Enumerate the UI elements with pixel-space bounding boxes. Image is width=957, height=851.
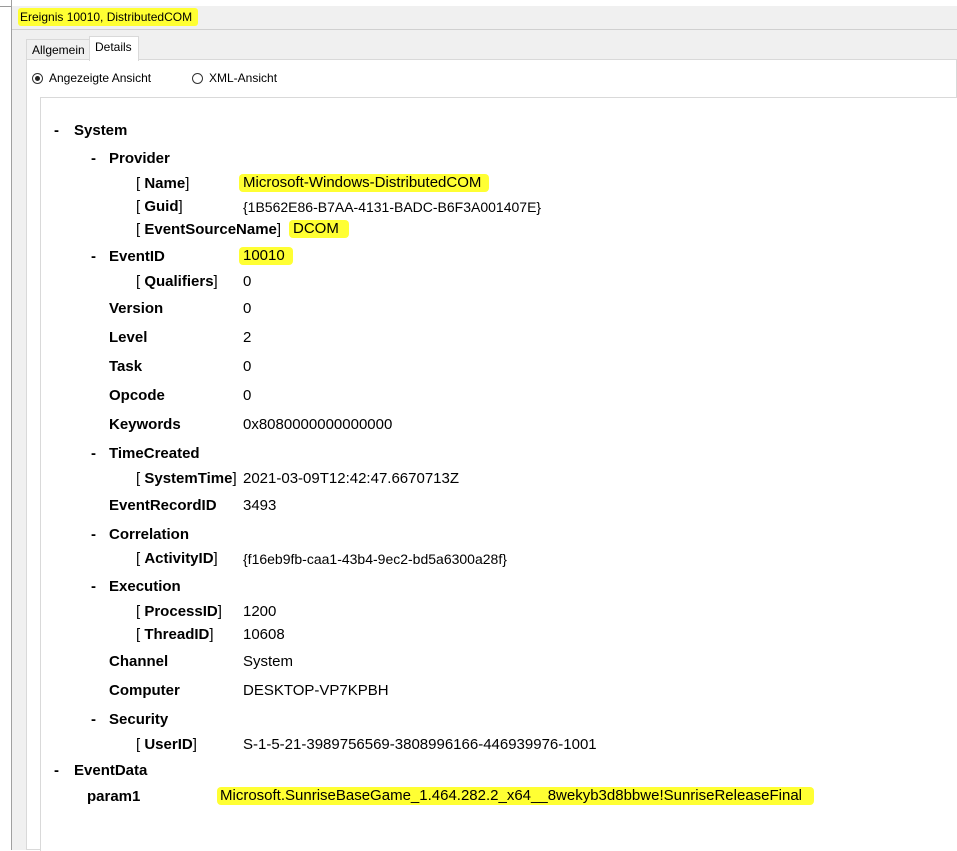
attr-processid-key: ProcessID	[144, 603, 218, 620]
userid-value: S-1-5-21-3989756569-3808996166-446939976…	[243, 736, 597, 753]
node-eventdata: EventData	[74, 762, 148, 779]
attr-qualifiers-value: 0	[243, 273, 252, 290]
attr-activityid: [ ActivityID]	[136, 550, 218, 567]
event-details-tree[interactable]: - System - Provider [ Name] Microsoft-Wi…	[40, 97, 957, 851]
node-channel: Channel	[109, 653, 169, 670]
attr-systemtime: [ SystemTime]	[136, 470, 237, 487]
node-execution: Execution	[109, 578, 181, 595]
dialog-body: Allgemein Details Angezeigte Ansicht XML…	[12, 30, 957, 851]
param1-value: Microsoft.SunriseBaseGame_1.464.282.2_x6…	[217, 787, 815, 805]
attr-qualifiers-key: Qualifiers	[144, 273, 214, 290]
attr-name-value: Microsoft-Windows-DistributedCOM	[239, 174, 490, 192]
title-bar: Ereignis 10010, DistributedCOM	[12, 6, 957, 30]
version-value: 0	[243, 300, 252, 317]
keywords-value: 0x8080000000000000	[243, 416, 393, 433]
attr-processid: [ ProcessID]	[136, 603, 222, 620]
task-value: 0	[243, 358, 252, 375]
opcode-value: 0	[243, 387, 252, 404]
attr-esn-value: DCOM	[289, 220, 349, 238]
attr-activityid-key: ActivityID	[144, 550, 214, 567]
tab-allgemein[interactable]: Allgemein	[26, 39, 90, 60]
node-version: Version	[109, 300, 164, 317]
collapse-execution-toggle[interactable]: -	[91, 578, 96, 596]
radio-unselected-icon	[192, 72, 203, 84]
attr-threadid-key: ThreadID	[144, 626, 210, 643]
radio-label: Angezeigte Ansicht	[49, 71, 152, 85]
window-title: Ereignis 10010, DistributedCOM	[18, 8, 199, 26]
node-system: System	[74, 122, 128, 139]
attr-guid-value: {1B562E86-B7AA-4131-BADC-B6F3A001407E}	[243, 199, 542, 215]
attr-qualifiers: [ Qualifiers]	[136, 273, 218, 290]
node-opcode: Opcode	[109, 387, 165, 404]
node-param1: param1	[87, 788, 141, 805]
node-keywords: Keywords	[109, 416, 181, 433]
node-correlation: Correlation	[109, 526, 190, 543]
eventid-value: 10010	[239, 247, 293, 265]
node-provider: Provider	[109, 150, 170, 167]
node-eventrecordid: EventRecordID	[109, 497, 217, 514]
attr-name: [ Name]	[136, 175, 190, 192]
attr-esn-key: EventSourceName	[144, 221, 277, 238]
attr-guid: [ Guid]	[136, 198, 183, 215]
tab-details[interactable]: Details	[89, 36, 139, 61]
radio-xml-ansicht[interactable]: XML-Ansicht	[192, 71, 277, 85]
attr-systemtime-key: SystemTime	[144, 470, 233, 487]
collapse-correlation-toggle[interactable]: -	[91, 526, 96, 544]
node-timecreated: TimeCreated	[109, 445, 200, 462]
level-value: 2	[243, 329, 252, 346]
attr-name-key: Name	[144, 175, 186, 192]
channel-value: System	[243, 653, 294, 670]
radio-angezeigte-ansicht[interactable]: Angezeigte Ansicht	[32, 71, 151, 85]
collapse-eventid-toggle[interactable]: -	[91, 248, 96, 266]
attr-guid-key: Guid	[144, 198, 179, 215]
attr-userid-key: UserID	[144, 736, 193, 753]
computer-value: DESKTOP-VP7KPBH	[243, 682, 389, 699]
node-security: Security	[109, 711, 169, 728]
collapse-provider-toggle[interactable]: -	[91, 150, 96, 168]
eventrecordid-value: 3493	[243, 497, 277, 514]
processid-value: 1200	[243, 603, 277, 620]
node-computer: Computer	[109, 682, 180, 699]
radio-selected-icon	[32, 72, 43, 84]
node-task: Task	[109, 358, 143, 375]
collapse-system-toggle[interactable]: -	[54, 122, 59, 140]
collapse-eventdata-toggle[interactable]: -	[54, 762, 59, 780]
collapse-timecreated-toggle[interactable]: -	[91, 445, 96, 463]
attr-eventsourcename: [ EventSourceName]	[136, 221, 282, 238]
node-level: Level	[109, 329, 148, 346]
systemtime-value: 2021-03-09T12:42:47.6670713Z	[243, 470, 460, 487]
activityid-value: {f16eb9fb-caa1-43b4-9ec2-bd5a6300a28f}	[243, 551, 507, 567]
threadid-value: 10608	[243, 626, 285, 643]
collapse-security-toggle[interactable]: -	[91, 711, 96, 729]
attr-userid: [ UserID]	[136, 736, 197, 753]
radio-label: XML-Ansicht	[209, 71, 278, 85]
node-eventid: EventID	[109, 248, 165, 265]
attr-threadid: [ ThreadID]	[136, 626, 214, 643]
